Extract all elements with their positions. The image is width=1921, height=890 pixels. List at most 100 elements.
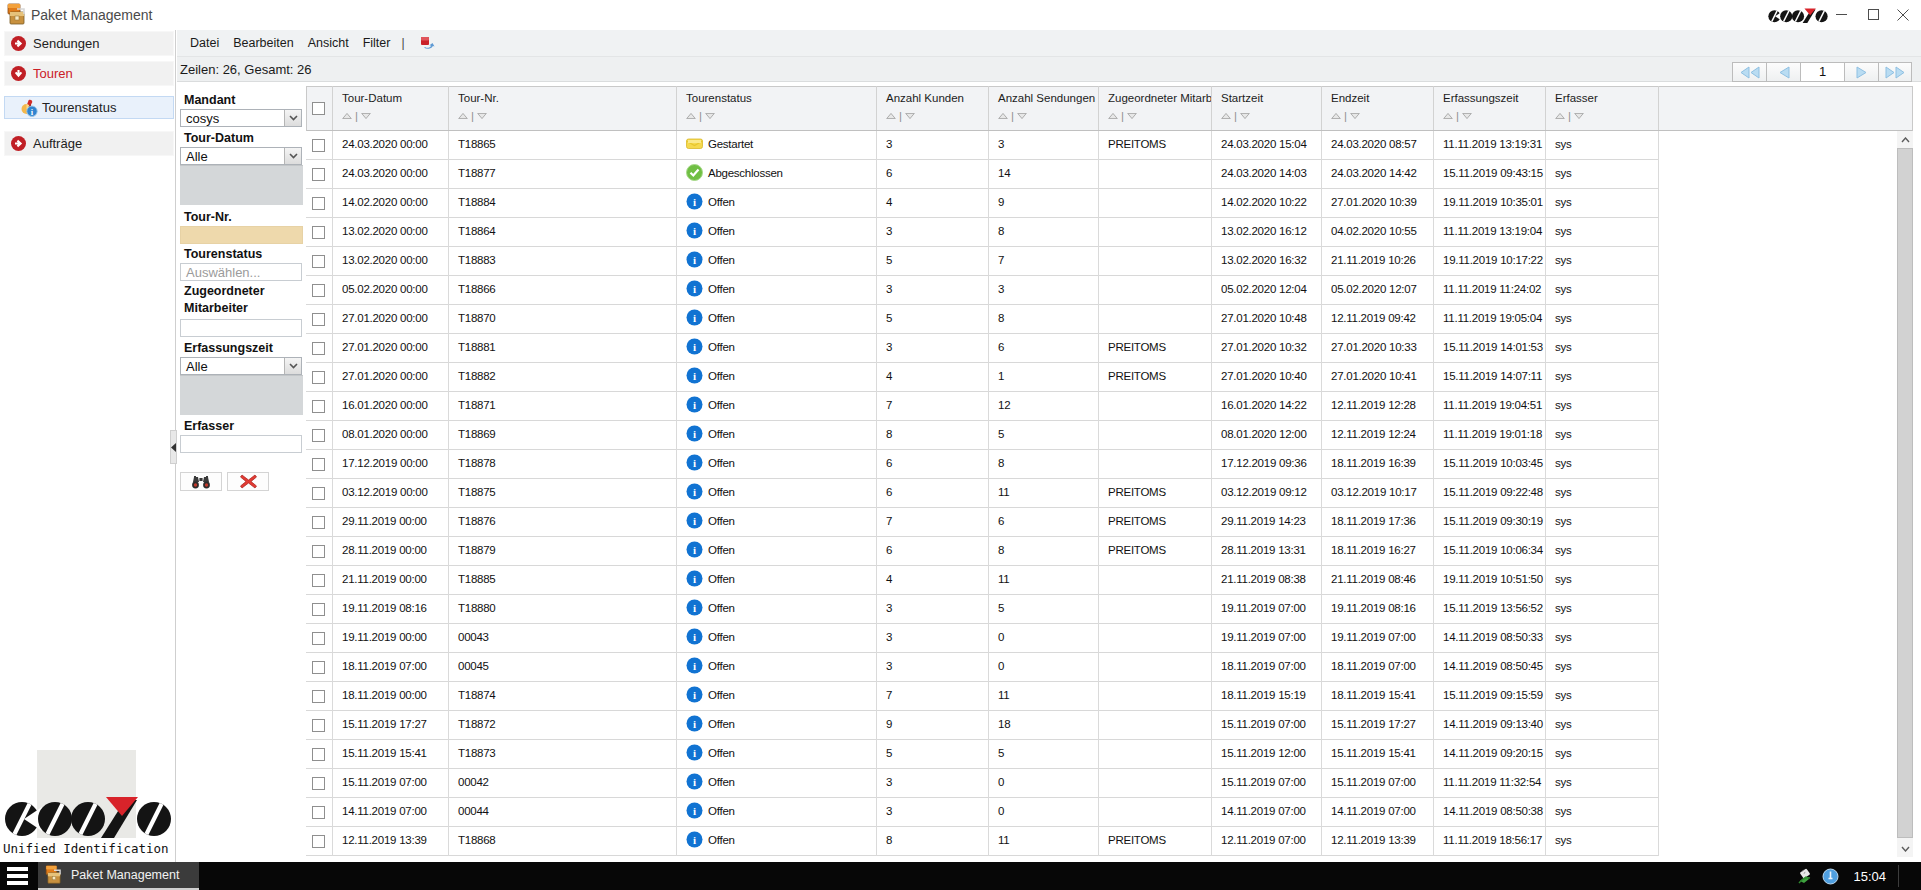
sort-controls[interactable]: | [998,110,1027,122]
sort-controls[interactable]: | [1555,110,1584,122]
vertical-scrollbar[interactable] [1897,131,1913,857]
scroll-down-arrow[interactable] [1897,840,1913,857]
sort-controls[interactable]: | [342,110,371,122]
row-checkbox[interactable] [312,197,325,210]
column-header-1[interactable]: Tour-Nr.| [449,86,677,130]
column-header-7[interactable]: Endzeit| [1322,86,1434,130]
row-checkbox[interactable] [312,429,325,442]
first-page-button[interactable] [1732,62,1766,82]
table-row[interactable]: 28.11.2019 00:00T18879iOffen68PREITOMS28… [306,537,1659,566]
row-checkbox[interactable] [312,458,325,471]
table-row[interactable]: 19.11.2019 08:16T18880iOffen3519.11.2019… [306,595,1659,624]
table-row[interactable]: 14.02.2020 00:00T18884iOffen4914.02.2020… [306,189,1659,218]
sort-controls[interactable]: | [1331,110,1360,122]
erfasser-input[interactable] [180,435,302,453]
prev-page-button[interactable] [1766,62,1800,82]
sort-controls[interactable]: | [1108,110,1137,122]
table-row[interactable]: 21.11.2019 00:00T18885iOffen41121.11.201… [306,566,1659,595]
dropdown-button[interactable] [284,358,301,374]
row-checkbox[interactable] [312,139,325,152]
network-tray-icon[interactable] [1798,868,1816,884]
next-page-button[interactable] [1844,62,1878,82]
row-checkbox[interactable] [312,168,325,181]
erfassungszeit-select[interactable]: Alle [180,357,302,375]
select-all-checkbox[interactable] [312,102,325,115]
table-row[interactable]: 18.11.2019 00:00T18874iOffen71118.11.201… [306,682,1659,711]
table-row[interactable]: 13.02.2020 00:00T18864iOffen3813.02.2020… [306,218,1659,247]
column-header-3[interactable]: Anzahl Kunden| [877,86,989,130]
row-checkbox[interactable] [312,835,325,848]
table-row[interactable]: 29.11.2019 00:00T18876iOffen76PREITOMS29… [306,508,1659,537]
sort-controls[interactable]: | [1443,110,1472,122]
taskbar-app-button[interactable]: Paket Management [38,862,199,890]
sort-controls[interactable]: | [458,110,487,122]
table-row[interactable]: 24.03.2020 00:00T18865Gestartet33PREITOM… [306,131,1659,160]
row-checkbox[interactable] [312,226,325,239]
start-menu-button[interactable] [7,867,28,885]
table-row[interactable]: 19.11.2019 00:0000043iOffen3019.11.2019 … [306,624,1659,653]
row-checkbox[interactable] [312,400,325,413]
table-row[interactable]: 15.11.2019 15:41T18873iOffen5515.11.2019… [306,740,1659,769]
export-icon[interactable] [419,35,435,51]
sort-controls[interactable]: | [686,110,715,122]
table-row[interactable]: 05.02.2020 00:00T18866iOffen3305.02.2020… [306,276,1659,305]
table-row[interactable]: 16.01.2020 00:00T18871iOffen71216.01.202… [306,392,1659,421]
row-checkbox[interactable] [312,574,325,587]
last-page-button[interactable] [1878,62,1912,82]
column-header-6[interactable]: Startzeit| [1212,86,1322,130]
scroll-up-arrow[interactable] [1897,131,1913,148]
dropdown-button[interactable] [284,110,301,126]
sidebar-item-touren[interactable]: Touren [4,61,174,86]
row-checkbox[interactable] [312,284,325,297]
row-checkbox[interactable] [312,806,325,819]
tour-datum-select[interactable]: Alle [180,147,302,165]
menu-filter[interactable]: Filter [356,36,398,50]
menu-ansicht[interactable]: Ansicht [301,36,356,50]
column-header-2[interactable]: Tourenstatus| [677,86,877,130]
table-row[interactable]: 24.03.2020 00:00T18877Abgeschlossen61424… [306,160,1659,189]
row-checkbox[interactable] [312,603,325,616]
table-row[interactable]: 03.12.2019 00:00T18875iOffen611PREITOMS0… [306,479,1659,508]
mandant-select[interactable]: cosys [180,109,302,127]
row-checkbox[interactable] [312,661,325,674]
row-checkbox[interactable] [312,487,325,500]
row-checkbox[interactable] [312,748,325,761]
window-minimize-button[interactable] [1824,0,1858,29]
panel-collapse-handle[interactable] [170,430,177,464]
dropdown-button[interactable] [284,148,301,164]
row-checkbox[interactable] [312,632,325,645]
table-row[interactable]: 27.01.2020 00:00T18870iOffen5827.01.2020… [306,305,1659,334]
tourenstatus-input[interactable]: Auswählen... [180,263,302,281]
row-checkbox[interactable] [312,719,325,732]
row-checkbox[interactable] [312,371,325,384]
table-row[interactable]: 18.11.2019 07:0000045iOffen3018.11.2019 … [306,653,1659,682]
table-row[interactable]: 14.11.2019 07:0000044iOffen3014.11.2019 … [306,798,1659,827]
table-row[interactable]: 17.12.2019 00:00T18878iOffen6817.12.2019… [306,450,1659,479]
clock[interactable]: 15:04 [1853,869,1886,884]
sidebar-item-sendungen[interactable]: Sendungen [4,31,174,56]
sort-controls[interactable]: | [1221,110,1250,122]
sort-controls[interactable]: | [886,110,915,122]
row-checkbox[interactable] [312,255,325,268]
window-maximize-button[interactable] [1856,0,1890,29]
column-header-4[interactable]: Anzahl Sendungen| [989,86,1099,130]
row-checkbox[interactable] [312,516,325,529]
column-header-9[interactable]: Erfasser| [1546,86,1659,130]
sidebar-item-auftraege[interactable]: Aufträge [4,131,174,156]
table-row[interactable]: 12.11.2019 13:39T18868iOffen811PREITOMS1… [306,827,1659,856]
column-header-5[interactable]: Zugeordneter Mitarbe| [1099,86,1212,130]
info-tray-icon[interactable] [1822,868,1839,885]
table-row[interactable]: 15.11.2019 17:27T18872iOffen91815.11.201… [306,711,1659,740]
table-row[interactable]: 15.11.2019 07:0000042iOffen3015.11.2019 … [306,769,1659,798]
table-row[interactable]: 27.01.2020 00:00T18881iOffen36PREITOMS27… [306,334,1659,363]
tour-nr-input[interactable] [180,226,303,244]
menu-bearbeiten[interactable]: Bearbeiten [226,36,300,50]
table-row[interactable]: 13.02.2020 00:00T18883iOffen5713.02.2020… [306,247,1659,276]
sidebar-item-tourenstatus-active[interactable]: i Tourenstatus [4,96,174,119]
row-checkbox[interactable] [312,777,325,790]
search-button[interactable] [180,472,222,491]
row-checkbox[interactable] [312,545,325,558]
row-checkbox[interactable] [312,342,325,355]
mitarbeiter-input[interactable] [180,319,302,337]
clear-filter-button[interactable] [227,472,269,491]
